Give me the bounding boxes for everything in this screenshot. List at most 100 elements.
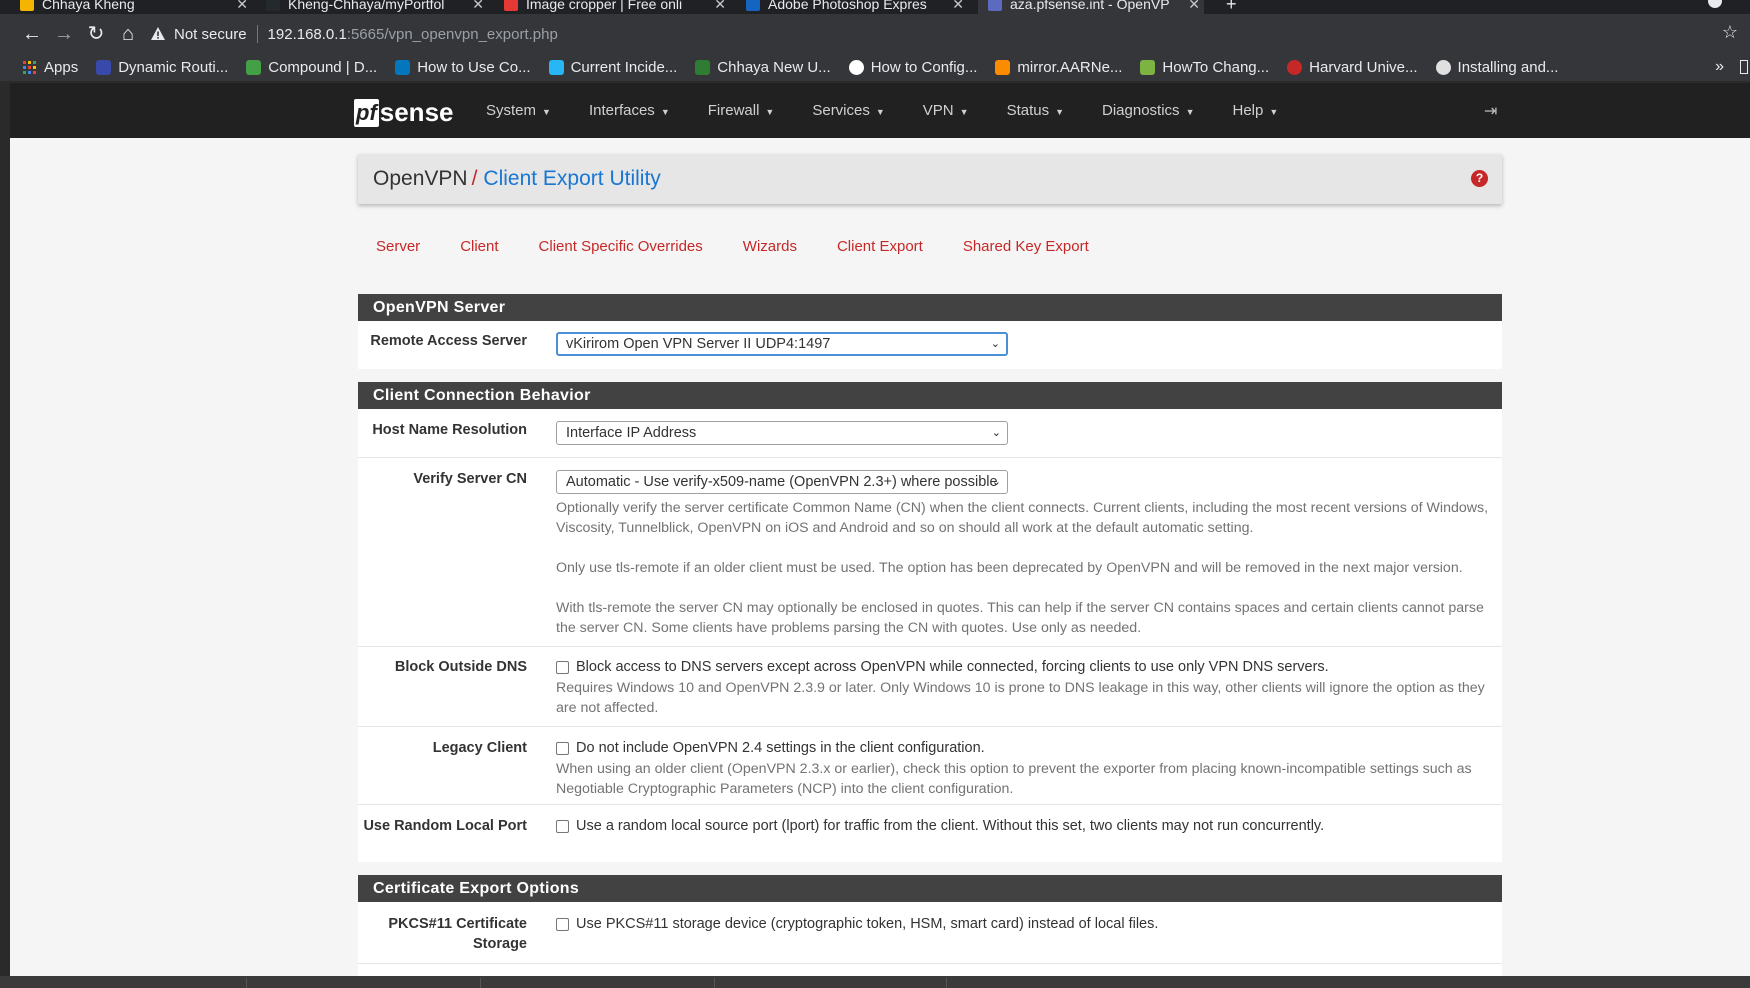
- tab-close-icon[interactable]: ✕: [236, 0, 248, 13]
- remote-access-server-select[interactable]: vKirirom Open VPN Server II UDP4:1497 ⌄: [556, 332, 1008, 356]
- bookmark-label: Dynamic Routi...: [118, 59, 229, 76]
- legacy-client-label: Legacy Client: [432, 740, 527, 756]
- select-value: Interface IP Address: [566, 425, 697, 441]
- tab-client[interactable]: Client: [460, 238, 498, 255]
- logout-icon[interactable]: ⇥: [1484, 101, 1497, 121]
- panel-heading: Client Connection Behavior: [358, 382, 1502, 409]
- logo-pf: pf: [354, 98, 379, 127]
- browser-tab[interactable]: Kheng-Chhaya/myPortfol ✕: [266, 0, 488, 14]
- page-viewport: pf sense System ▼ Interfaces ▼ Firewall ▼ Se…: [10, 83, 1750, 976]
- block-outside-dns-checkbox[interactable]: [556, 660, 569, 674]
- tab-favicon-icon: [988, 0, 1002, 11]
- pkcs11-storage-checkbox[interactable]: [556, 917, 569, 931]
- browser-tab[interactable]: Chhaya Kheng ✕: [20, 0, 252, 14]
- legacy-client-checkbox[interactable]: [556, 741, 569, 755]
- bookmark-item[interactable]: Compound | D...: [246, 59, 377, 76]
- checkbox-label: Block access to DNS servers except acros…: [576, 659, 1329, 675]
- window-edge: [0, 83, 10, 976]
- bookmarks-bar: Apps Dynamic Routi... Compound | D... Ho…: [0, 54, 1750, 82]
- tab-wizards[interactable]: Wizards: [743, 238, 797, 255]
- form-row: Legacy Client Do not include OpenVPN 2.4…: [358, 727, 1502, 805]
- pfsense-logo[interactable]: pf sense: [354, 97, 454, 128]
- taskbar: [0, 976, 1750, 988]
- bookmark-item[interactable]: Dynamic Routi...: [96, 59, 228, 76]
- menu-label: Status: [1006, 102, 1050, 119]
- form-row: Verify Server CN Automatic - Use verify-…: [358, 458, 1502, 647]
- use-random-local-port-checkbox[interactable]: [556, 819, 569, 833]
- bookmark-star-icon[interactable]: ☆: [1722, 22, 1738, 43]
- breadcrumb-root[interactable]: OpenVPN: [373, 167, 468, 191]
- new-tab-icon[interactable]: +: [1226, 0, 1237, 14]
- checkbox-label: Use a random local source port (lport) f…: [576, 818, 1325, 834]
- bookmark-item[interactable]: How to Config...: [848, 59, 978, 76]
- browser-tab-active[interactable]: aza.pfsense.int - OpenVP ✕: [978, 0, 1204, 14]
- account-icon[interactable]: [1708, 0, 1722, 8]
- bookmark-item[interactable]: Installing and...: [1435, 59, 1559, 76]
- bookmark-label: Installing and...: [1457, 59, 1559, 76]
- menu-interfaces[interactable]: Interfaces ▼: [589, 102, 670, 119]
- reload-icon[interactable]: ↻: [84, 22, 108, 46]
- menu-help[interactable]: Help ▼: [1232, 102, 1278, 119]
- menu-label: Services: [812, 102, 870, 119]
- reading-list-icon[interactable]: [1740, 60, 1748, 74]
- tab-server[interactable]: Server: [376, 238, 420, 255]
- menu-label: Diagnostics: [1102, 102, 1180, 119]
- menu-label: Interfaces: [588, 102, 655, 119]
- tab-client-specific-overrides[interactable]: Client Specific Overrides: [539, 238, 703, 255]
- menu-vpn[interactable]: VPN ▼: [923, 102, 969, 119]
- chevron-down-icon: ⌄: [990, 338, 1000, 350]
- bookmark-label: How to Config...: [870, 59, 978, 76]
- tab-title: aza.pfsense.int - OpenVP: [1010, 0, 1170, 12]
- menu-diagnostics[interactable]: Diagnostics ▼: [1102, 102, 1194, 119]
- home-icon[interactable]: ⌂: [116, 22, 140, 46]
- tab-close-icon[interactable]: ✕: [714, 0, 726, 13]
- help-icon[interactable]: ?: [1471, 170, 1488, 187]
- forward-icon[interactable]: →: [52, 22, 76, 46]
- tab-shared-key-export[interactable]: Shared Key Export: [963, 238, 1089, 255]
- tab-client-export[interactable]: Client Export: [837, 238, 923, 255]
- form-row: Remote Access Server vKirirom Open VPN S…: [358, 321, 1502, 369]
- breadcrumb-current[interactable]: Client Export Utility: [483, 167, 660, 191]
- bookmark-item[interactable]: Harvard Unive...: [1287, 59, 1418, 76]
- divider: [714, 978, 715, 988]
- browser-tab[interactable]: Adobe Photoshop Expres ✕: [746, 0, 968, 14]
- tab-favicon-icon: [20, 0, 34, 11]
- bookmark-item[interactable]: Chhaya New U...: [695, 59, 831, 76]
- back-icon[interactable]: ←: [20, 22, 44, 46]
- breadcrumb-separator: /: [471, 167, 478, 190]
- caret-down-icon: ▼: [1185, 107, 1195, 117]
- openvpn-server-panel: OpenVPN Server Remote Access Server vKir…: [358, 294, 1502, 369]
- tab-favicon-icon: [504, 0, 518, 11]
- host-name-resolution-select[interactable]: Interface IP Address ⌄: [556, 421, 1008, 445]
- help-paragraph: With tls-remote the server CN may option…: [556, 600, 1484, 636]
- divider: [480, 978, 481, 988]
- bookmarks-overflow-icon[interactable]: »: [1715, 58, 1724, 76]
- menu-status[interactable]: Status ▼: [1007, 102, 1064, 119]
- client-connection-panel: Client Connection Behavior Host Name Res…: [358, 382, 1502, 862]
- bookmark-item[interactable]: How to Use Co...: [395, 59, 531, 76]
- bookmark-favicon-icon: [96, 60, 112, 75]
- bookmark-item[interactable]: Current Incide...: [548, 59, 677, 76]
- bookmark-apps[interactable]: Apps: [22, 59, 78, 76]
- help-text: When using an older client (OpenVPN 2.3.…: [556, 761, 1472, 797]
- form-row: Use Random Local Port Use a random local…: [358, 805, 1502, 843]
- menu-services[interactable]: Services ▼: [812, 102, 884, 119]
- tab-title: Kheng-Chhaya/myPortfol: [288, 0, 445, 12]
- bookmark-item[interactable]: HowTo Chang...: [1140, 59, 1269, 76]
- divider: [946, 978, 947, 988]
- verify-server-cn-select[interactable]: Automatic - Use verify-x509-name (OpenVP…: [556, 470, 1008, 494]
- browser-toolbar: ← → ↻ ⌂ Not secure 192.168.0.1:5665/vpn_…: [0, 14, 1750, 54]
- form-row: PKCS#11 Certificate Storage Use PKCS#11 …: [358, 902, 1502, 964]
- tab-close-icon[interactable]: ✕: [952, 0, 964, 13]
- label-line: PKCS#11 Certificate: [388, 916, 527, 932]
- caret-down-icon: ▼: [765, 107, 775, 117]
- tab-close-icon[interactable]: ✕: [472, 0, 484, 13]
- menu-firewall[interactable]: Firewall ▼: [708, 102, 775, 119]
- browser-tab[interactable]: Image cropper | Free onli ✕: [504, 0, 730, 14]
- bookmark-item[interactable]: mirror.AARNe...: [995, 59, 1122, 76]
- tab-close-icon[interactable]: ✕: [1188, 0, 1200, 13]
- bookmark-favicon-icon: [548, 60, 564, 75]
- menu-label: VPN: [922, 102, 954, 119]
- menu-system[interactable]: System ▼: [486, 102, 551, 119]
- address-bar[interactable]: Not secure 192.168.0.1:5665/vpn_openvpn_…: [150, 20, 1710, 48]
